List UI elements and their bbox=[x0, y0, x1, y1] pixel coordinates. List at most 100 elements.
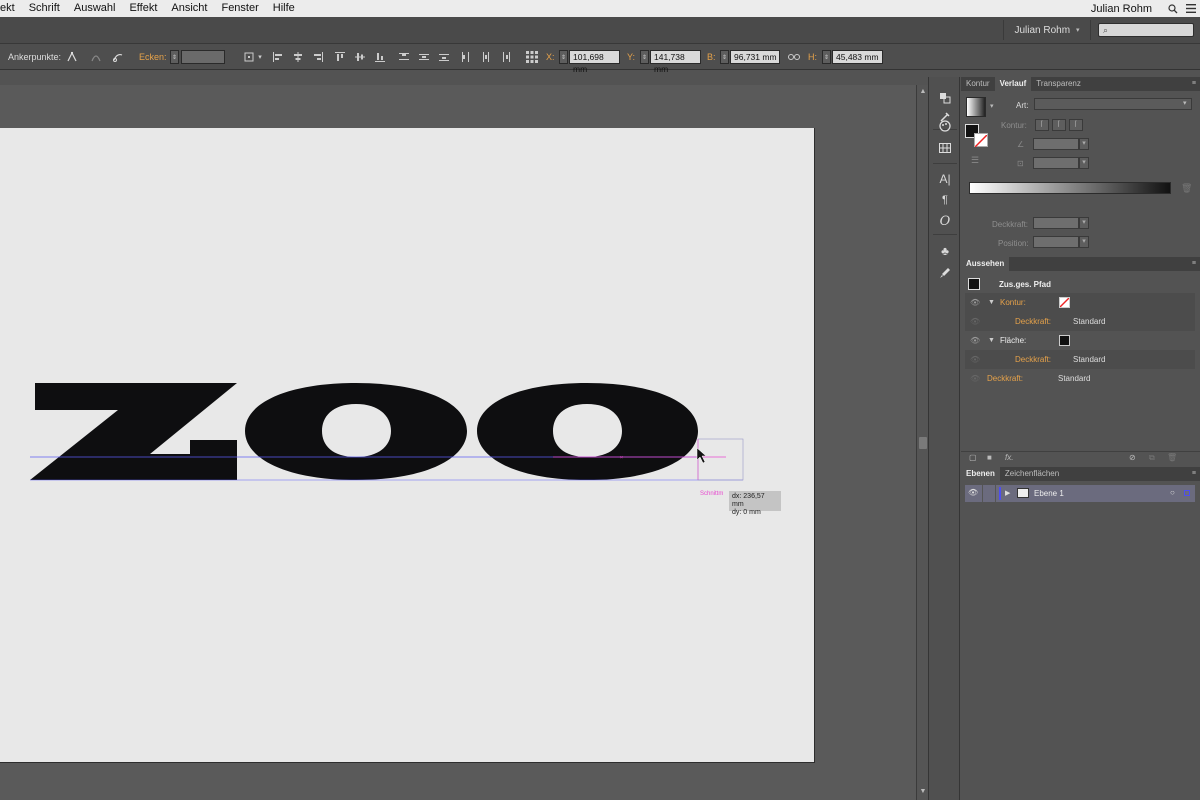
align-right-icon[interactable] bbox=[310, 49, 326, 65]
gradient-type-select[interactable] bbox=[1034, 98, 1192, 110]
gradient-sliders-icon[interactable]: ☰ bbox=[971, 155, 979, 166]
visibility-eye-icon[interactable]: 👁 bbox=[970, 355, 980, 364]
height-stepper[interactable]: ⇕ bbox=[822, 50, 831, 64]
panel-menu-icon[interactable]: ≡ bbox=[1192, 80, 1196, 87]
align-horizontal-center-icon[interactable] bbox=[290, 49, 306, 65]
cut-path-icon[interactable] bbox=[110, 49, 126, 65]
color-guide-icon[interactable] bbox=[935, 89, 955, 107]
stroke-across-icon[interactable]: ⌈ bbox=[1069, 119, 1083, 131]
visibility-eye-icon[interactable]: 👁 bbox=[970, 336, 980, 345]
letter-z-path[interactable] bbox=[30, 383, 237, 480]
align-left-icon[interactable] bbox=[270, 49, 286, 65]
artboard[interactable]: × Schnittm dx: 236,57 mm dy: 0 mm bbox=[0, 128, 815, 763]
stroke-within-icon[interactable]: ⌈ bbox=[1035, 119, 1049, 131]
tab-ebenen[interactable]: Ebenen bbox=[961, 467, 1000, 481]
y-stepper[interactable]: ⇕ bbox=[640, 50, 649, 64]
appearance-row-flaeche[interactable]: 👁 ▼ Fläche: bbox=[965, 331, 1195, 350]
distribute-vertical-center-icon[interactable] bbox=[416, 49, 432, 65]
appearance-row-kontur-opacity[interactable]: 👁 Deckkraft: Standard bbox=[965, 312, 1195, 331]
layer-row[interactable]: 👁 ▶ Ebene 1 ○ bbox=[965, 485, 1195, 502]
distribute-horizontal-center-icon[interactable] bbox=[478, 49, 494, 65]
menu-item-ansicht[interactable]: Ansicht bbox=[164, 0, 214, 17]
fill-black-swatch[interactable] bbox=[1059, 335, 1070, 346]
expand-triangle-icon[interactable]: ▶ bbox=[1005, 489, 1010, 497]
visibility-eye-icon[interactable]: 👁 bbox=[968, 488, 978, 497]
delete-item-icon[interactable]: 🗑 bbox=[1167, 453, 1177, 462]
visibility-eye-icon[interactable]: 👁 bbox=[970, 374, 980, 383]
appearance-row-flaeche-opacity[interactable]: 👁 Deckkraft: Standard bbox=[965, 350, 1195, 369]
chevron-down-icon[interactable]: ▾ bbox=[990, 102, 994, 110]
stroke-none-swatch[interactable] bbox=[1059, 297, 1070, 308]
opacity-field[interactable] bbox=[1033, 217, 1079, 229]
help-search-input[interactable]: ⌕ bbox=[1098, 23, 1194, 37]
layer-name[interactable]: Ebene 1 bbox=[1034, 489, 1064, 498]
document-canvas[interactable]: × Schnittm dx: 236,57 mm dy: 0 mm bbox=[0, 85, 916, 800]
notification-list-icon[interactable] bbox=[1182, 0, 1200, 17]
y-field[interactable]: 141,738 mm bbox=[650, 50, 701, 74]
letter-o-path-2[interactable] bbox=[477, 383, 698, 480]
disclosure-triangle-icon[interactable]: ▼ bbox=[988, 299, 995, 306]
appearance-row-object-opacity[interactable]: 👁 Deckkraft: Standard bbox=[965, 369, 1195, 388]
height-field[interactable]: 45,483 mm bbox=[832, 50, 883, 64]
tab-aussehen[interactable]: Aussehen bbox=[961, 257, 1010, 271]
link-constrain-icon[interactable] bbox=[786, 49, 802, 65]
position-dropdown[interactable]: ▾ bbox=[1079, 236, 1089, 248]
lock-toggle[interactable] bbox=[982, 485, 996, 502]
visibility-eye-icon[interactable]: 👁 bbox=[970, 298, 980, 307]
menu-item-schrift[interactable]: Schrift bbox=[22, 0, 67, 17]
vertical-scrollbar[interactable]: ▲ ▼ bbox=[916, 85, 928, 800]
opentype-icon[interactable]: O bbox=[935, 212, 955, 230]
duplicate-item-icon[interactable]: ⧉ bbox=[1149, 453, 1155, 463]
convert-anchor-smooth-icon[interactable] bbox=[88, 49, 104, 65]
selection-square-icon[interactable] bbox=[1184, 490, 1190, 496]
appearance-object-row[interactable]: Zus.ges. Pfad bbox=[961, 275, 1200, 294]
tab-kontur[interactable]: Kontur bbox=[961, 77, 995, 91]
tab-verlauf[interactable]: Verlauf bbox=[994, 77, 1032, 91]
menu-item-hilfe[interactable]: Hilfe bbox=[266, 0, 302, 17]
x-field[interactable]: 101,698 mm bbox=[569, 50, 620, 74]
add-fill-icon[interactable]: ■ bbox=[987, 453, 992, 462]
align-vertical-center-icon[interactable] bbox=[352, 49, 368, 65]
spotlight-search-icon[interactable] bbox=[1164, 0, 1182, 17]
fill-stroke-swatch[interactable] bbox=[965, 124, 991, 150]
gradient-slider-bar[interactable] bbox=[969, 182, 1171, 194]
workspace-switcher[interactable]: Julian Rohm ▾ bbox=[1003, 20, 1091, 40]
distribute-top-icon[interactable] bbox=[396, 49, 412, 65]
add-stroke-icon[interactable]: ▢ bbox=[969, 453, 977, 462]
position-field[interactable] bbox=[1033, 236, 1079, 248]
distribute-left-icon[interactable] bbox=[458, 49, 474, 65]
visibility-eye-icon[interactable]: 👁 bbox=[970, 317, 980, 326]
add-effect-icon[interactable]: fx. bbox=[1005, 453, 1013, 462]
symbols-club-icon[interactable]: ♣ bbox=[935, 242, 955, 260]
appearance-row-kontur[interactable]: 👁 ▼ Kontur: bbox=[965, 293, 1195, 312]
convert-anchor-corner-icon[interactable] bbox=[64, 49, 80, 65]
align-top-icon[interactable] bbox=[332, 49, 348, 65]
width-field[interactable]: 96,731 mm bbox=[730, 50, 780, 64]
gradient-preview-swatch[interactable] bbox=[966, 97, 986, 117]
menu-item-auswahl[interactable]: Auswahl bbox=[67, 0, 123, 17]
target-circle-icon[interactable]: ○ bbox=[1170, 488, 1175, 497]
zoo-artwork[interactable]: × bbox=[0, 128, 815, 763]
distribute-right-icon[interactable] bbox=[498, 49, 514, 65]
color-palette-icon[interactable] bbox=[935, 117, 955, 135]
disclosure-triangle-icon[interactable]: ▼ bbox=[988, 337, 995, 344]
brush-icon[interactable] bbox=[935, 264, 955, 282]
angle-dropdown[interactable]: ▾ bbox=[1079, 138, 1089, 150]
aspect-ratio-field[interactable] bbox=[1033, 157, 1079, 169]
clear-appearance-icon[interactable]: ⊘ bbox=[1129, 453, 1136, 462]
corners-stepper[interactable]: ⇕ bbox=[170, 50, 179, 64]
stroke-along-icon[interactable]: ⌈ bbox=[1052, 119, 1066, 131]
stroke-none-swatch[interactable] bbox=[974, 133, 988, 148]
align-bottom-icon[interactable] bbox=[372, 49, 388, 65]
x-stepper[interactable]: ⇕ bbox=[559, 50, 568, 64]
delete-stop-icon[interactable]: 🗑 bbox=[1181, 183, 1192, 194]
character-icon[interactable]: A| bbox=[935, 170, 955, 188]
tab-transparenz[interactable]: Transparenz bbox=[1031, 77, 1086, 91]
panel-menu-icon[interactable]: ≡ bbox=[1192, 470, 1196, 477]
paragraph-icon[interactable]: ¶ bbox=[935, 191, 955, 209]
tab-zeichenflaechen[interactable]: Zeichenflächen bbox=[1000, 467, 1064, 481]
chevron-down-icon[interactable]: ▾ bbox=[252, 49, 268, 65]
menu-item-type-partial[interactable]: ekt bbox=[0, 0, 22, 17]
width-stepper[interactable]: ⇕ bbox=[720, 50, 729, 64]
angle-field[interactable] bbox=[1033, 138, 1079, 150]
